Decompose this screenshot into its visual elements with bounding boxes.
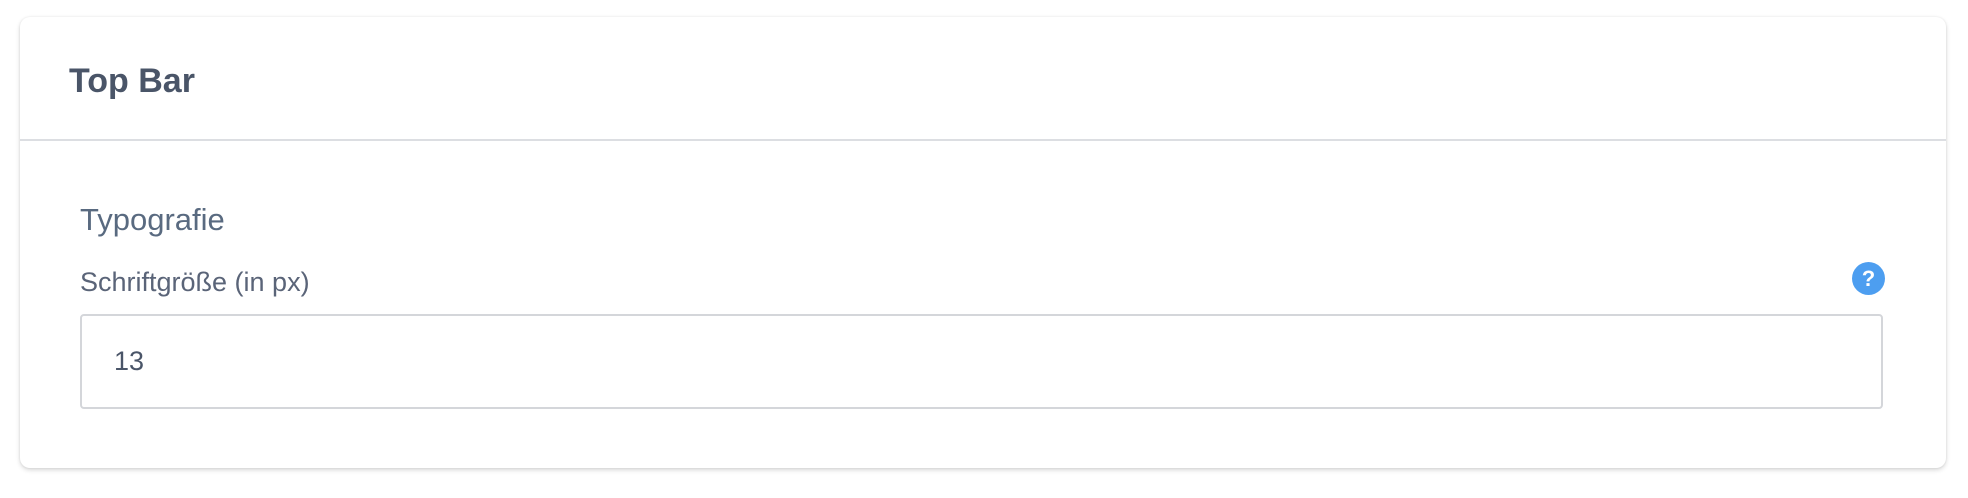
card-header: Top Bar <box>20 17 1946 141</box>
settings-card: Top Bar Typografie Schriftgröße (in px) … <box>20 17 1946 468</box>
help-icon[interactable]: ? <box>1852 262 1885 295</box>
font-size-input[interactable] <box>80 314 1883 409</box>
font-size-label: Schriftgröße (in px) <box>80 267 310 297</box>
section-title: Typografie <box>80 202 225 237</box>
card-title: Top Bar <box>69 62 195 100</box>
